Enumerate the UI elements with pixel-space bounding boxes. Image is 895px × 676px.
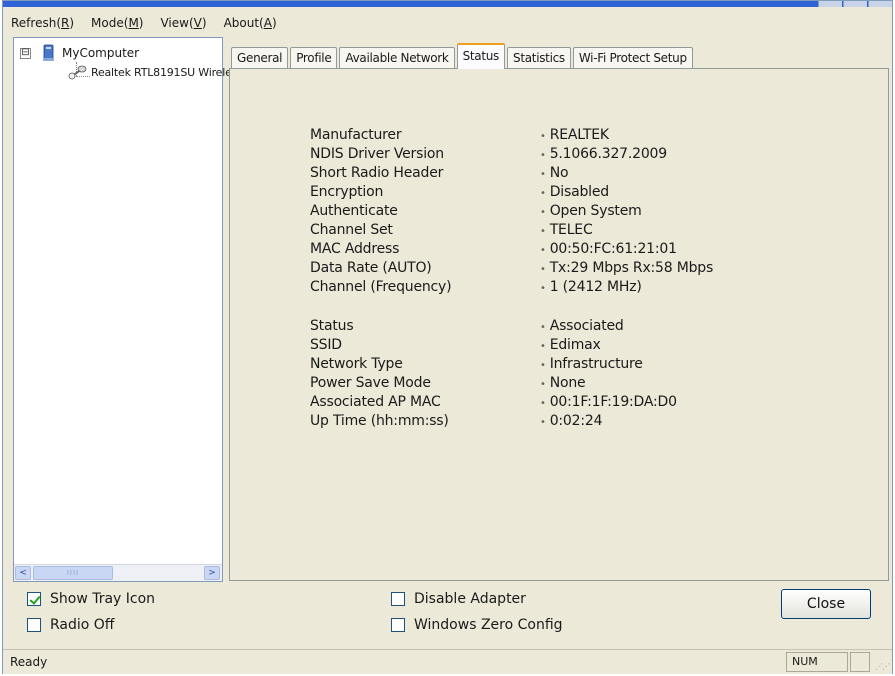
menu-bar: Refresh(R) Mode(M) View(V) About(A) bbox=[3, 7, 892, 35]
status-row: Short Radio HeaderNo bbox=[230, 165, 888, 184]
tree-item-mycomputer[interactable]: ⊟ MyComputer bbox=[20, 44, 139, 62]
show-tray-icon-checkbox[interactable] bbox=[27, 592, 41, 606]
tab-statistics[interactable]: Statistics bbox=[507, 47, 571, 69]
show-tray-icon-label: Show Tray Icon bbox=[50, 591, 156, 607]
status-row: Network TypeInfrastructure bbox=[230, 356, 888, 375]
radio-off-checkbox[interactable] bbox=[27, 618, 41, 632]
scroll-left-icon[interactable]: < bbox=[15, 566, 31, 580]
horizontal-scrollbar[interactable]: < IIII > bbox=[14, 564, 222, 581]
status-row: Power Save ModeNone bbox=[230, 375, 888, 394]
tree-root-label: MyComputer bbox=[62, 46, 140, 60]
menu-refresh[interactable]: Refresh(R) bbox=[11, 12, 74, 30]
disable-adapter-option[interactable]: Disable Adapter bbox=[391, 591, 526, 607]
computer-icon bbox=[43, 44, 54, 61]
status-row: SSIDEdimax bbox=[230, 337, 888, 356]
windows-zero-config-label: Windows Zero Config bbox=[414, 617, 563, 633]
tab-available-network[interactable]: Available Network bbox=[339, 47, 455, 69]
resize-grip-icon[interactable]: ⋰⋰ bbox=[875, 662, 890, 671]
num-lock-indicator: NUM bbox=[786, 652, 848, 672]
collapse-icon[interactable]: ⊟ bbox=[20, 47, 31, 59]
show-tray-icon-option[interactable]: Show Tray Icon bbox=[27, 591, 155, 607]
tab-strip: General Profile Available Network Status… bbox=[231, 43, 695, 69]
radio-off-label: Radio Off bbox=[50, 617, 115, 633]
tab-profile[interactable]: Profile bbox=[290, 47, 338, 69]
utility-window: Refresh(R) Mode(M) View(V) About(A) ⊟ My… bbox=[2, 0, 893, 674]
menu-view[interactable]: View(V) bbox=[160, 12, 206, 30]
menu-about[interactable]: About(A) bbox=[224, 12, 277, 30]
status-row: StatusAssociated bbox=[230, 318, 888, 337]
status-row: Up Time (hh:mm:ss)0:02:24 bbox=[230, 413, 888, 432]
status-row: ManufacturerREALTEK bbox=[230, 127, 888, 146]
windows-zero-config-checkbox[interactable] bbox=[391, 618, 405, 632]
status-row: Channel (Frequency)1 (2412 MHz) bbox=[230, 279, 888, 298]
disable-adapter-label: Disable Adapter bbox=[414, 591, 526, 607]
tab-general[interactable]: General bbox=[231, 47, 289, 69]
scroll-right-icon[interactable]: > bbox=[204, 566, 220, 580]
status-bar: Ready NUM ⋰⋰ bbox=[3, 649, 892, 674]
status-text: Ready bbox=[10, 655, 48, 669]
tab-status[interactable]: Status bbox=[456, 43, 506, 69]
status-row: MAC Address00:50:FC:61:21:01 bbox=[230, 241, 888, 260]
windows-zero-config-option[interactable]: Windows Zero Config bbox=[391, 617, 563, 633]
status-row: Associated AP MAC00:1F:1F:19:DA:D0 bbox=[230, 394, 888, 413]
device-tree: ⊟ MyComputer Realtek RTL8191SU Wireless … bbox=[13, 37, 454, 582]
close-button[interactable]: Close bbox=[781, 589, 871, 619]
status-panel-empty bbox=[850, 652, 870, 672]
menu-mode[interactable]: Mode(M) bbox=[91, 12, 143, 30]
status-row: EncryptionDisabled bbox=[230, 184, 888, 203]
scroll-thumb[interactable]: IIII bbox=[33, 566, 113, 580]
radio-off-option[interactable]: Radio Off bbox=[27, 617, 114, 633]
status-row: Channel SetTELEC bbox=[230, 222, 888, 241]
status-panel: ManufacturerREALTEK NDIS Driver Version5… bbox=[229, 68, 889, 581]
status-row: Data Rate (AUTO)Tx:29 Mbps Rx:58 Mbps bbox=[230, 260, 888, 279]
status-row: NDIS Driver Version5.1066.327.2009 bbox=[230, 146, 888, 165]
status-row: AuthenticateOpen System bbox=[230, 203, 888, 222]
wireless-adapter-icon bbox=[68, 65, 87, 80]
tab-wifi-protect-setup[interactable]: Wi-Fi Protect Setup bbox=[572, 47, 693, 69]
disable-adapter-checkbox[interactable] bbox=[391, 592, 405, 606]
